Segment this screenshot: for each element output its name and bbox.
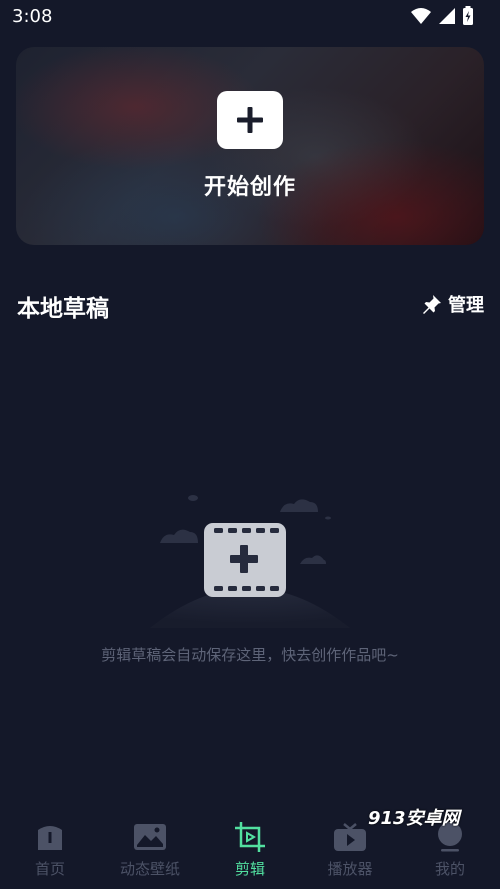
edit-crop-icon bbox=[233, 822, 267, 852]
wallpaper-icon bbox=[133, 822, 167, 852]
battery-charging-icon bbox=[463, 6, 473, 25]
status-time: 3:08 bbox=[12, 6, 53, 27]
nav-label-player: 播放器 bbox=[327, 860, 373, 878]
pin-icon bbox=[423, 295, 441, 314]
nav-item-edit[interactable]: 剪辑 bbox=[200, 810, 300, 889]
wifi-icon bbox=[411, 8, 431, 24]
nav-label-wallpaper: 动态壁纸 bbox=[119, 860, 180, 878]
plus-icon bbox=[237, 107, 263, 133]
status-icons bbox=[410, 6, 474, 26]
nav-label-home: 首页 bbox=[34, 860, 65, 878]
film-add-icon bbox=[204, 523, 286, 597]
status-bar: 3:08 bbox=[0, 0, 500, 34]
nav-item-home[interactable]: 首页 bbox=[0, 810, 100, 889]
start-create-card[interactable]: 开始创作 bbox=[16, 47, 484, 245]
empty-drafts-illustration bbox=[150, 495, 350, 628]
manage-label: 管理 bbox=[448, 295, 484, 316]
start-create-button[interactable] bbox=[217, 91, 283, 149]
start-create-title: 开始创作 bbox=[203, 175, 296, 200]
home-icon bbox=[33, 822, 67, 852]
local-drafts-title: 本地草稿 bbox=[17, 296, 109, 322]
empty-drafts-text: 剪辑草稿会自动保存这里，快去创作作品吧~ bbox=[101, 646, 399, 664]
nav-label-edit: 剪辑 bbox=[234, 860, 265, 878]
tv-play-icon bbox=[333, 822, 367, 852]
watermark-text: 913安卓网 bbox=[368, 808, 460, 829]
nav-item-wallpaper[interactable]: 动态壁纸 bbox=[100, 810, 200, 889]
manage-button[interactable]: 管理 bbox=[422, 291, 484, 317]
nav-label-profile: 我的 bbox=[434, 860, 465, 878]
cellular-icon bbox=[439, 8, 455, 24]
